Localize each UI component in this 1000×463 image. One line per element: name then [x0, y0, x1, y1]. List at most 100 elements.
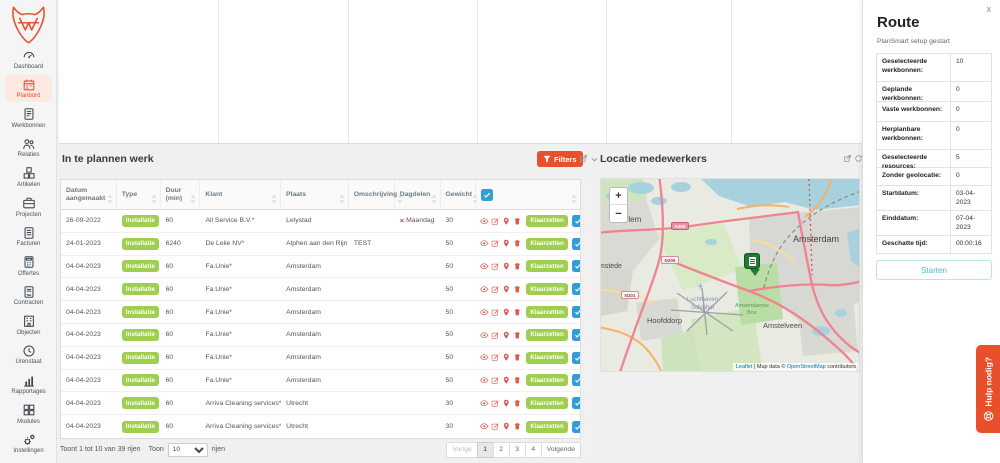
column-header-select-all[interactable] [476, 180, 580, 209]
row-checkbox[interactable] [572, 329, 580, 341]
location-pin-icon[interactable] [502, 217, 511, 226]
klaarzetten-button[interactable]: Klaarzetten [526, 238, 567, 250]
column-header-klant[interactable]: Klant [200, 180, 281, 209]
leaflet-link[interactable]: Leaflet [736, 364, 753, 370]
klaarzetten-button[interactable]: Klaarzetten [526, 283, 567, 295]
row-checkbox[interactable] [572, 283, 580, 295]
sidebar-item-objecten[interactable]: Objecten [0, 310, 57, 340]
sidebar-item-planbord[interactable]: Planbord [0, 74, 57, 104]
sidebar-item-rapportages[interactable]: Rapportages [0, 370, 57, 400]
sidebar-item-werkbonnen[interactable]: Werkbonnen [0, 103, 57, 133]
page-button-vorige[interactable]: Vorige [446, 442, 477, 458]
delete-icon[interactable] [513, 308, 522, 317]
select-all-checkbox[interactable] [481, 189, 493, 201]
location-pin-icon[interactable] [502, 331, 511, 340]
delete-icon[interactable] [513, 353, 522, 362]
location-pin-icon[interactable] [502, 422, 511, 431]
help-button[interactable]: Hulp nodig? [976, 345, 1000, 433]
page-button-3[interactable]: 3 [509, 442, 526, 458]
location-pin-icon[interactable] [502, 285, 511, 294]
row-checkbox[interactable] [572, 352, 580, 364]
edit-icon[interactable] [491, 331, 500, 340]
view-icon[interactable] [480, 217, 489, 226]
view-icon[interactable] [480, 376, 489, 385]
view-icon[interactable] [480, 262, 489, 271]
osm-link[interactable]: OpenStreetMap [787, 364, 826, 370]
edit-icon[interactable] [491, 422, 500, 431]
row-checkbox[interactable] [572, 238, 580, 250]
page-size-select[interactable]: 10 [168, 443, 208, 457]
row-checkbox[interactable] [572, 421, 580, 433]
klaarzetten-button[interactable]: Klaarzetten [526, 329, 567, 341]
page-button-4[interactable]: 4 [525, 442, 542, 458]
delete-icon[interactable] [513, 217, 522, 226]
row-checkbox[interactable] [572, 306, 580, 318]
start-button[interactable]: Starten [876, 260, 992, 280]
sidebar-item-relaties[interactable]: Relaties [0, 133, 57, 163]
delete-icon[interactable] [513, 331, 522, 340]
klaarzetten-button[interactable]: Klaarzetten [526, 421, 567, 433]
view-icon[interactable] [480, 399, 489, 408]
route-close-icon[interactable]: x [987, 4, 992, 14]
page-button-volgende[interactable]: Volgende [541, 442, 581, 458]
view-icon[interactable] [480, 239, 489, 248]
edit-icon[interactable] [491, 285, 500, 294]
view-icon[interactable] [480, 422, 489, 431]
sidebar-item-facturen[interactable]: Facturen [0, 222, 57, 252]
location-pin-icon[interactable] [502, 262, 511, 271]
klaarzetten-button[interactable]: Klaarzetten [526, 397, 567, 409]
page-button-1[interactable]: 1 [477, 442, 494, 458]
table-scrollbar[interactable] [584, 179, 591, 457]
map-zoom-out-button[interactable]: − [610, 205, 627, 222]
delete-icon[interactable] [513, 285, 522, 294]
location-pin-icon[interactable] [502, 308, 511, 317]
edit-icon[interactable] [491, 376, 500, 385]
edit-icon[interactable] [491, 399, 500, 408]
remove-dagdeel-icon[interactable]: × [400, 216, 404, 225]
column-header-type[interactable]: Type [117, 180, 161, 209]
map-zoom-in-button[interactable]: + [610, 188, 627, 205]
location-pin-icon[interactable] [502, 376, 511, 385]
row-checkbox[interactable] [572, 374, 580, 386]
open-in-new-window-icon[interactable] [579, 154, 588, 163]
klaarzetten-button[interactable]: Klaarzetten [526, 352, 567, 364]
edit-icon[interactable] [491, 353, 500, 362]
delete-icon[interactable] [513, 239, 522, 248]
klaarzetten-button[interactable]: Klaarzetten [526, 374, 567, 386]
planboard-area[interactable] [59, 0, 862, 144]
row-checkbox[interactable] [572, 397, 580, 409]
sidebar-item-dashboard[interactable]: Dashboard [0, 44, 57, 74]
column-header-gewicht[interactable]: Gewicht [441, 180, 476, 209]
location-pin-icon[interactable] [502, 399, 511, 408]
filters-button[interactable]: Filters [537, 151, 583, 167]
app-logo-fox-icon[interactable] [10, 5, 47, 45]
column-header-plaats[interactable]: Plaats [281, 180, 349, 209]
klaarzetten-button[interactable]: Klaarzetten [526, 306, 567, 318]
edit-icon[interactable] [491, 239, 500, 248]
sidebar-item-instellingen[interactable]: Instellingen [0, 429, 57, 459]
sidebar-item-offertes[interactable]: Offertes [0, 251, 57, 281]
edit-icon[interactable] [491, 262, 500, 271]
collapse-chevron-icon[interactable] [590, 155, 599, 164]
location-pin-icon[interactable] [502, 353, 511, 362]
edit-icon[interactable] [491, 308, 500, 317]
delete-icon[interactable] [513, 399, 522, 408]
sidebar-item-artikelen[interactable]: Artikelen [0, 162, 57, 192]
location-pin-icon[interactable] [502, 239, 511, 248]
view-icon[interactable] [480, 308, 489, 317]
delete-icon[interactable] [513, 422, 522, 431]
row-checkbox[interactable] [572, 215, 580, 227]
column-header-datum-aangemaakt[interactable]: Datum aangemaakt [61, 180, 117, 209]
sidebar-item-contracten[interactable]: Contracten [0, 281, 57, 311]
column-header-omschrijving[interactable]: Omschrijving [349, 180, 395, 209]
sidebar-item-modules[interactable]: Modules [0, 399, 57, 429]
edit-icon[interactable] [491, 217, 500, 226]
klaarzetten-button[interactable]: Klaarzetten [526, 260, 567, 272]
page-button-2[interactable]: 2 [493, 442, 510, 458]
sidebar-item-urenstaat[interactable]: Urenstaat [0, 340, 57, 370]
delete-icon[interactable] [513, 262, 522, 271]
column-header-duur-min-[interactable]: Duur (min) [161, 180, 201, 209]
employee-location-marker[interactable] [744, 253, 760, 269]
row-checkbox[interactable] [572, 260, 580, 272]
map-canvas[interactable]: ✈ + − Haarlem Amsterdam mstede Hoofddorp… [600, 178, 860, 372]
